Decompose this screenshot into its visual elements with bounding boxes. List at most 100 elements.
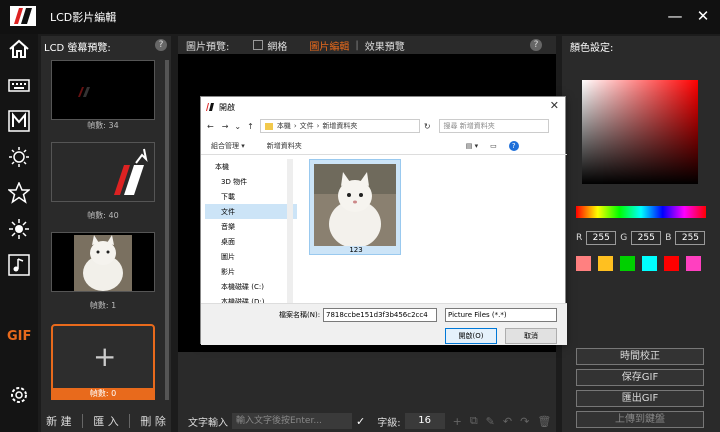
close-button[interactable]: ✕ [692, 5, 714, 27]
organize-menu[interactable]: 組合管理 ▾ [211, 141, 245, 151]
tab-effect-preview[interactable]: 效果預覽 [365, 38, 405, 53]
light-icon[interactable] [8, 146, 30, 168]
tree-item-music[interactable]: 音樂 [205, 219, 297, 234]
edit-icon[interactable]: ✎ [486, 415, 495, 428]
file-name: 123 [349, 246, 363, 254]
preview-heading: 圖片預覽: [186, 41, 230, 53]
open-button[interactable]: 開啟(O) [445, 328, 497, 344]
color-swatch[interactable] [598, 256, 613, 271]
lcd-scrollbar[interactable] [165, 60, 169, 400]
home-icon[interactable] [8, 38, 30, 60]
tree-item-pictures[interactable]: 圖片 [205, 249, 297, 264]
breadcrumb-item[interactable]: 新增資料夾 [322, 121, 357, 131]
tree-item-documents[interactable]: 文件 [205, 204, 297, 219]
app-window: LCD影片編輯 — ✕ GIF LCD 螢幕預覽: ? 幀數: 34 幀數: 4… [0, 0, 720, 432]
color-swatch[interactable] [686, 256, 701, 271]
dialog-close-button[interactable]: ✕ [550, 99, 559, 112]
tree-scrollbar[interactable] [287, 159, 293, 303]
tree-item-3d-objects[interactable]: 3D 物件 [205, 174, 297, 189]
search-input[interactable]: 搜尋 新增資料夾 [438, 119, 549, 133]
import-button[interactable]: 匯 入 [93, 413, 119, 429]
delete-button[interactable]: 刪 除 [140, 413, 166, 429]
preview-help-icon[interactable]: ? [530, 39, 542, 51]
export-gif-button[interactable]: 匯出GIF [576, 390, 704, 407]
add-frame-button[interactable]: + [51, 324, 155, 398]
add-icon[interactable]: + [453, 415, 462, 428]
font-size-input[interactable]: 16 [404, 413, 445, 429]
minimize-button[interactable]: — [664, 5, 686, 27]
frame-count-label: 幀數: 40 [87, 211, 119, 220]
logo-thumb-image [52, 61, 154, 119]
trash-icon[interactable]: 🗑 [537, 415, 551, 428]
color-swatch[interactable] [620, 256, 635, 271]
frame-thumbnail[interactable] [51, 60, 155, 120]
macro-icon[interactable] [8, 110, 30, 132]
tree-item-desktop[interactable]: 桌面 [205, 234, 297, 249]
color-swatch[interactable] [642, 256, 657, 271]
breadcrumb-item[interactable]: 文件 [300, 121, 314, 131]
breadcrumb-item[interactable]: 本機 [277, 121, 291, 131]
upload-to-keyboard-button[interactable]: 上傳到鍵盤 [576, 411, 704, 428]
undo-icon[interactable]: ↶ [503, 415, 512, 428]
g-input[interactable]: 255 [631, 231, 662, 245]
tab-image-edit[interactable]: 圖片編輯 [309, 38, 349, 53]
dialog-footer: 檔案名稱(N): 7818ccbe151d3f3b456c2cc4 Pictur… [201, 303, 567, 345]
help-icon[interactable]: ? [508, 140, 519, 151]
up-icon[interactable]: ↑ [247, 122, 254, 131]
text-input-field[interactable]: 輸入文字後按Enter... [232, 413, 352, 429]
grid-checkbox[interactable] [253, 40, 264, 50]
filename-label: 檔案名稱(N): [279, 311, 321, 319]
frame-thumbnail[interactable] [51, 232, 155, 292]
file-item[interactable]: 123 [309, 159, 401, 255]
tree-item-this-pc[interactable]: 本機 [205, 159, 297, 174]
back-icon[interactable]: ← [207, 122, 214, 131]
refresh-icon[interactable]: ↻ [424, 122, 431, 131]
divider [81, 414, 83, 428]
font-size-label: 字級: [377, 417, 401, 429]
preview-pane-icon[interactable]: ▭ [490, 142, 497, 150]
forward-icon[interactable]: → [222, 122, 229, 131]
confirm-check-icon[interactable]: ✓ [356, 415, 365, 428]
open-file-dialog: 開啟 ✕ ← → ⌄ ↑ 本機 › 文件 › 新增資料夾 ↻ 搜尋 新增資料夾 … [200, 96, 567, 345]
folder-tree: 本機 3D 物件 下載 文件 音樂 桌面 圖片 影片 本機磁碟 (C:) 本機磁… [205, 159, 297, 306]
color-swatch[interactable] [576, 256, 591, 271]
cat-thumb-image [52, 233, 154, 291]
dialog-navigation: ← → ⌄ ↑ 本機 › 文件 › 新增資料夾 ↻ 搜尋 新增資料夾 [201, 117, 567, 135]
gif-nav-item[interactable]: GIF [7, 329, 31, 344]
sync-time-button[interactable]: 時間校正 [576, 348, 704, 365]
filename-input[interactable]: 7818ccbe151d3f3b456c2cc4 [323, 308, 437, 322]
color-heading: 顏色設定: [570, 43, 614, 54]
copy-icon[interactable]: ⧉ [470, 414, 478, 428]
tree-item-videos[interactable]: 影片 [205, 264, 297, 279]
tree-item-downloads[interactable]: 下載 [205, 189, 297, 204]
icon-rail: GIF [0, 34, 38, 432]
filetype-select[interactable]: Picture Files (*.*) [445, 308, 557, 322]
hue-slider[interactable] [576, 206, 706, 218]
lcd-help-icon[interactable]: ? [155, 39, 167, 51]
new-folder-button[interactable]: 新增資料夾 [267, 141, 302, 151]
b-input[interactable]: 255 [675, 231, 706, 245]
address-bar[interactable]: 本機 › 文件 › 新增資料夾 [259, 119, 420, 133]
lcd-preview-heading: LCD 螢幕預覽: [44, 43, 111, 54]
g-label: G [620, 233, 628, 243]
dropdown-icon[interactable]: ⌄ [234, 122, 241, 131]
new-button[interactable]: 新 建 [46, 413, 72, 429]
color-swatch[interactable] [664, 256, 679, 271]
dialog-title-bar: 開啟 [205, 99, 235, 115]
save-gif-button[interactable]: 保存GIF [576, 369, 704, 386]
frame-thumbnail[interactable] [51, 142, 155, 202]
brightness-icon[interactable] [8, 218, 30, 240]
text-input-row: 文字輸入 輸入文字後按Enter... ✓ 字級: 16 + ⧉ ✎ ↶ ↷ 🗑 [178, 410, 556, 432]
redo-icon[interactable]: ↷ [520, 415, 529, 428]
title-bar: LCD影片編輯 — ✕ [0, 0, 720, 34]
app-title: LCD影片編輯 [50, 11, 117, 24]
star-icon[interactable] [8, 182, 30, 204]
cancel-button[interactable]: 取消 [505, 328, 557, 344]
settings-icon[interactable] [8, 384, 30, 406]
r-input[interactable]: 255 [586, 231, 617, 245]
view-icon[interactable]: ▤ ▾ [466, 142, 478, 150]
music-icon[interactable] [8, 254, 30, 276]
keyboard-icon[interactable] [8, 74, 30, 96]
color-gradient-picker[interactable] [582, 80, 698, 184]
tree-item-drive-c[interactable]: 本機磁碟 (C:) [205, 279, 297, 294]
